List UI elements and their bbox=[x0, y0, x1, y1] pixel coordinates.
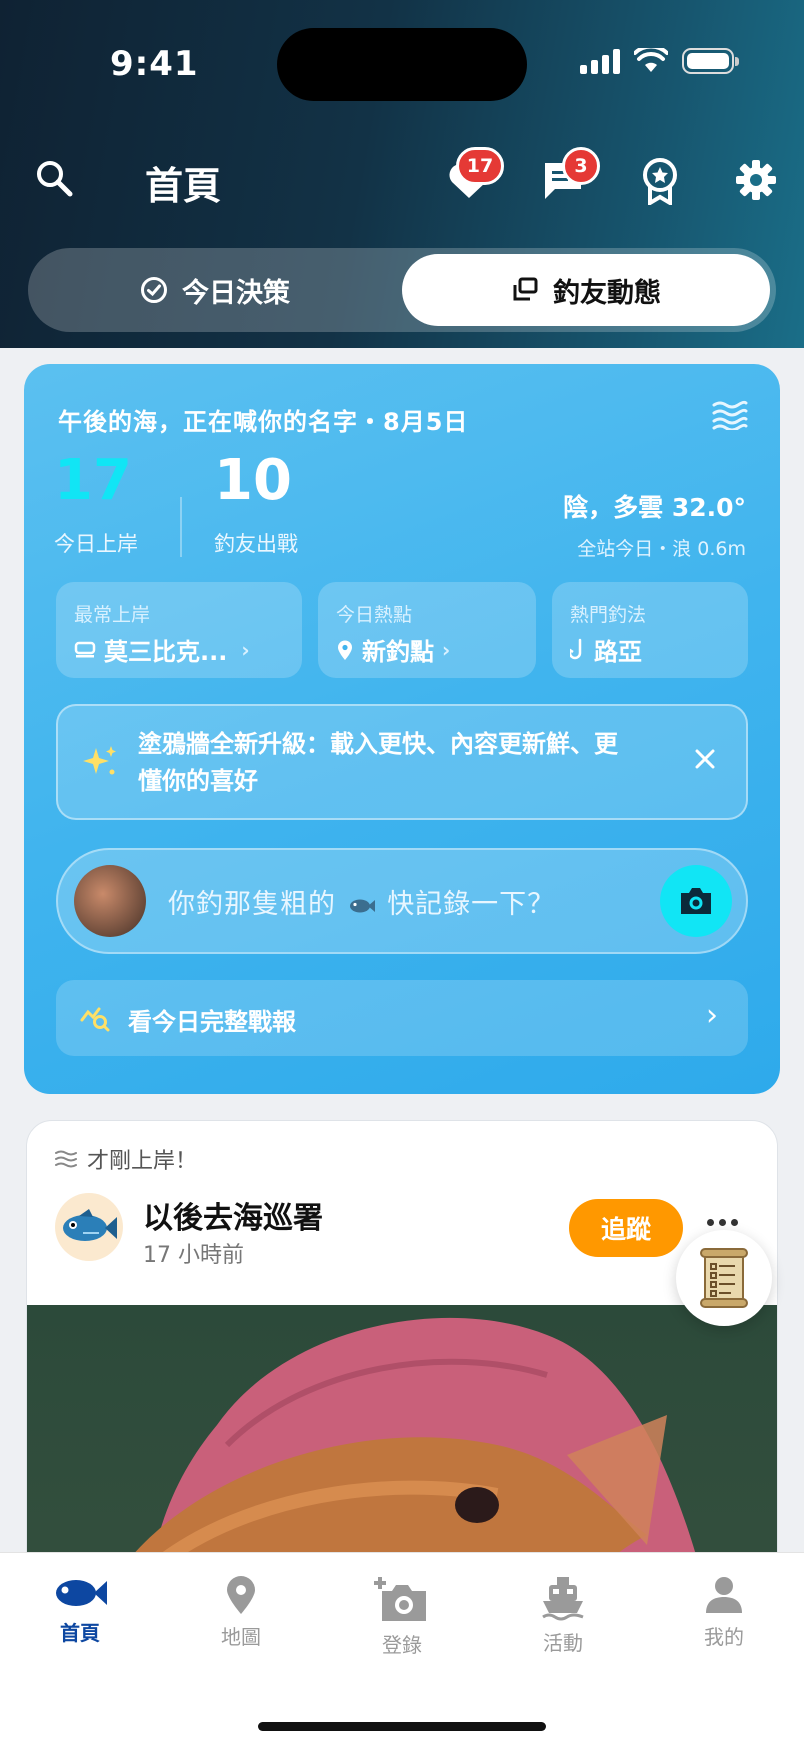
status-time: 9:41 bbox=[110, 44, 199, 84]
status-icons bbox=[580, 48, 739, 74]
chip-value: 新釣點 bbox=[362, 638, 434, 666]
quick-post-composer[interactable]: 你釣那隻粗的 快記錄一下？ bbox=[56, 848, 748, 954]
wifi-icon bbox=[634, 48, 668, 72]
dynamic-island bbox=[277, 28, 527, 101]
daily-summary-card: 午後的海，正在喊你的名字・8月5日 17 今日上岸 10 釣友出戰 陰，多雲 3… bbox=[24, 364, 780, 1094]
boat-icon bbox=[542, 1577, 584, 1621]
cellular-signal-icon bbox=[580, 48, 620, 74]
close-icon[interactable] bbox=[694, 748, 716, 774]
camera-icon bbox=[681, 888, 711, 914]
tab-events[interactable]: 活動 bbox=[503, 1575, 623, 1656]
settings-gear-icon[interactable] bbox=[734, 158, 778, 202]
waves-icon[interactable] bbox=[712, 400, 748, 434]
follow-button[interactable]: 追蹤 bbox=[569, 1199, 683, 1257]
post-username[interactable]: 以後去海巡署 bbox=[143, 1193, 323, 1237]
chip-most-landed[interactable]: 最常上岸 莫三比克... › bbox=[56, 582, 302, 678]
fish-emoji-icon bbox=[349, 899, 375, 912]
notice-text: 塗鴉牆全新升級：載入更快、內容更新鮮、更懂你的喜好 bbox=[138, 730, 618, 795]
stat-divider bbox=[180, 497, 182, 557]
layers-icon bbox=[513, 277, 538, 301]
chip-label: 熱門釣法 bbox=[570, 604, 647, 626]
landed-today-label: 今日上岸 bbox=[54, 532, 138, 556]
award-icon bbox=[643, 158, 677, 205]
full-report-label: 看今日完整戰報 bbox=[128, 1008, 296, 1036]
weather-subtext: 全站今日・浪 0.6m bbox=[577, 538, 746, 560]
tab-angler-feed[interactable]: 釣友動態 bbox=[402, 254, 770, 326]
waves-icon bbox=[55, 1150, 77, 1168]
species-icon bbox=[74, 641, 96, 657]
chip-label: 今日熱點 bbox=[336, 604, 413, 626]
weather-text: 陰，多雲 32.0° bbox=[563, 493, 746, 522]
anglers-out-count: 10 bbox=[214, 448, 292, 513]
chip-value: 路亞 bbox=[594, 638, 642, 666]
chevron-right-icon: › bbox=[442, 637, 451, 662]
page-title: 首頁 bbox=[145, 164, 222, 208]
tab-daily-decision-label: 今日決策 bbox=[182, 277, 290, 309]
tab-map[interactable]: 地圖 bbox=[181, 1575, 301, 1650]
add-camera-icon bbox=[374, 1577, 426, 1621]
tab-home[interactable]: 首頁 bbox=[20, 1575, 140, 1646]
app-header: 9:41 首頁 17 3 今日決策 釣友動態 bbox=[0, 0, 804, 348]
quest-scroll-icon bbox=[700, 1248, 748, 1308]
full-report-link[interactable]: 看今日完整戰報 › bbox=[56, 980, 748, 1056]
search-icon[interactable] bbox=[34, 158, 74, 198]
chip-value: 莫三比克... bbox=[104, 638, 228, 666]
upgrade-notice-banner: 塗鴉牆全新升級：載入更快、內容更新鮮、更懂你的喜好 bbox=[56, 704, 748, 820]
analytics-icon bbox=[80, 1007, 110, 1032]
likes-badge: 17 bbox=[456, 147, 504, 185]
sparkles-icon bbox=[83, 746, 116, 775]
bottom-tab-bar: 首頁 地圖 登錄 活動 我的 bbox=[0, 1552, 804, 1748]
post-timestamp: 17 小時前 bbox=[143, 1243, 244, 1268]
camera-button[interactable] bbox=[660, 865, 732, 937]
tab-angler-feed-label: 釣友動態 bbox=[553, 277, 661, 309]
post-tag: 才剛上岸！ bbox=[55, 1143, 197, 1175]
view-segmented-control: 今日決策 釣友動態 bbox=[28, 248, 776, 332]
messages-badge: 3 bbox=[562, 147, 600, 185]
fish-icon bbox=[63, 1209, 117, 1241]
composer-placeholder[interactable]: 你釣那隻粗的 快記錄一下？ bbox=[168, 882, 555, 921]
chip-popular-method[interactable]: 熱門釣法 路亞 bbox=[552, 582, 748, 678]
battery-icon bbox=[682, 48, 739, 74]
achievements-button[interactable] bbox=[640, 156, 680, 206]
fish-icon bbox=[56, 1580, 107, 1606]
landed-today-count: 17 bbox=[54, 448, 132, 513]
quest-scroll-button[interactable] bbox=[676, 1230, 772, 1326]
tab-daily-decision[interactable]: 今日決策 bbox=[28, 248, 402, 332]
home-indicator bbox=[258, 1722, 546, 1731]
location-pin-icon bbox=[338, 640, 352, 660]
map-pin-icon bbox=[227, 1576, 255, 1614]
person-icon bbox=[706, 1577, 742, 1613]
tab-profile[interactable]: 我的 bbox=[664, 1575, 784, 1650]
user-avatar bbox=[74, 865, 146, 937]
chip-hot-spot[interactable]: 今日熱點 新釣點 › bbox=[318, 582, 536, 678]
greeting-text: 午後的海，正在喊你的名字・8月5日 bbox=[58, 408, 469, 436]
post-user-avatar[interactable] bbox=[55, 1193, 123, 1261]
tab-log-catch[interactable]: 登錄 bbox=[342, 1575, 462, 1658]
chip-label: 最常上岸 bbox=[74, 604, 151, 626]
anglers-out-label: 釣友出戰 bbox=[214, 532, 298, 556]
chevron-right-icon: › bbox=[706, 998, 718, 1033]
more-options-icon[interactable] bbox=[707, 1219, 738, 1226]
hook-icon bbox=[570, 638, 582, 659]
chevron-right-icon: › bbox=[241, 637, 250, 662]
check-circle-icon bbox=[141, 277, 167, 303]
